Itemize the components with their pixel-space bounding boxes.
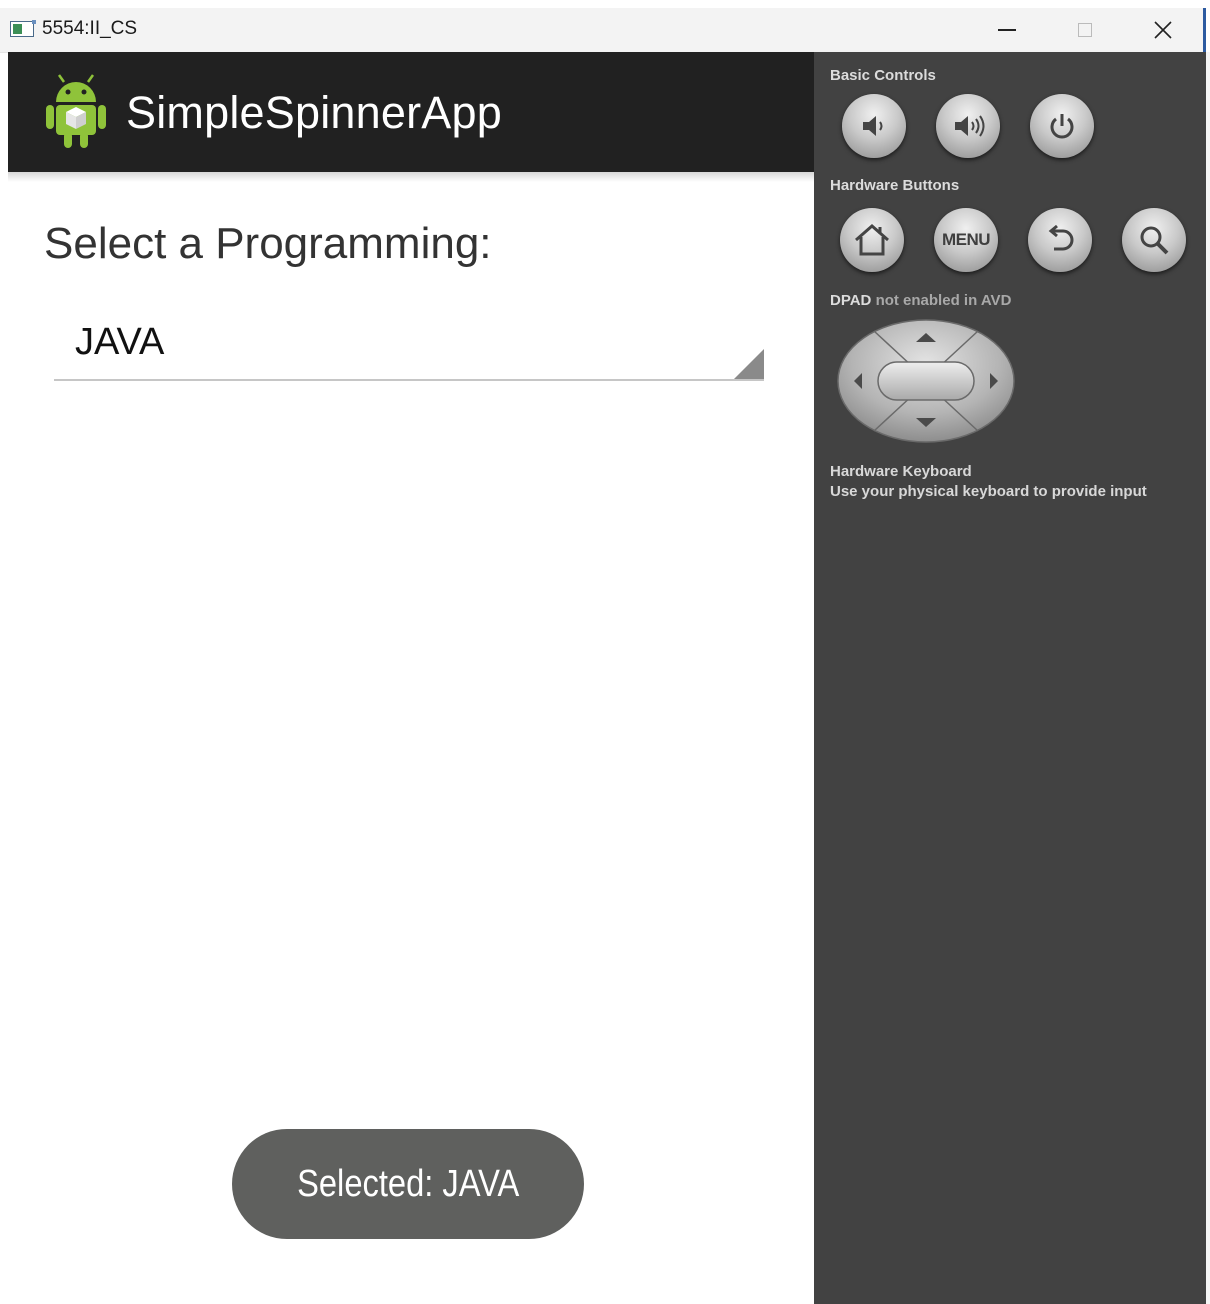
hardware-keyboard-description: Use your physical keyboard to provide in… <box>830 483 1147 500</box>
search-button[interactable] <box>1122 208 1186 272</box>
prompt-label: Select a Programming: <box>44 219 492 268</box>
minimize-button[interactable] <box>978 14 1036 46</box>
menu-button-label: MENU <box>941 230 991 249</box>
window-accent-border <box>1203 8 1206 52</box>
dpad-label: DPAD not enabled in AVD <box>830 292 1011 309</box>
action-bar: SimpleSpinnerApp <box>8 52 814 172</box>
back-arrow-icon <box>1048 224 1074 251</box>
volume-down-icon <box>863 116 883 136</box>
power-icon <box>1050 114 1074 139</box>
volume-up-button[interactable] <box>936 94 1000 158</box>
app-title: SimpleSpinnerApp <box>126 87 502 138</box>
toast-message: Selected: JAVA <box>232 1129 584 1239</box>
home-button[interactable] <box>840 208 904 272</box>
close-icon <box>1154 21 1172 39</box>
power-button[interactable] <box>1030 94 1094 158</box>
hardware-keyboard-title: Hardware Keyboard <box>830 463 972 480</box>
back-button[interactable] <box>1028 208 1092 272</box>
dpad-control <box>837 319 1015 443</box>
android-robot-icon <box>46 74 106 148</box>
device-screen: SimpleSpinnerApp Select a Programming: J… <box>8 52 814 1304</box>
volume-up-icon <box>955 115 985 137</box>
maximize-button[interactable] <box>1056 14 1114 46</box>
window-title: 5554:II_CS <box>42 18 138 39</box>
close-button[interactable] <box>1134 14 1192 46</box>
home-icon <box>855 224 889 256</box>
action-bar-shadow <box>8 172 814 182</box>
spinner-selected-value: JAVA <box>75 321 165 363</box>
background-window-strip <box>1206 52 1210 1304</box>
dpad-label-note: not enabled in AVD <box>875 292 1012 309</box>
spinner-dropdown-arrow-icon <box>734 349 764 379</box>
menu-button[interactable]: MENU <box>934 208 998 272</box>
dpad-label-bold: DPAD <box>830 292 872 309</box>
emulator-window-icon <box>10 20 36 37</box>
language-spinner[interactable]: JAVA <box>54 307 764 381</box>
toast-text: Selected: JAVA <box>296 1162 520 1205</box>
maximize-icon <box>1078 23 1092 37</box>
volume-down-button[interactable] <box>842 94 906 158</box>
basic-controls-label: Basic Controls <box>830 67 936 84</box>
minimize-icon <box>998 29 1016 31</box>
emulator-controls-panel: Basic Controls Hardware Buttons MENU DPA… <box>814 52 1206 1304</box>
hardware-keyboard-info: Hardware Keyboard Use your physical keyb… <box>830 462 1147 502</box>
window-title-bar: 5554:II_CS <box>0 8 1206 53</box>
hardware-buttons-label: Hardware Buttons <box>830 177 960 194</box>
search-icon <box>1140 226 1169 255</box>
